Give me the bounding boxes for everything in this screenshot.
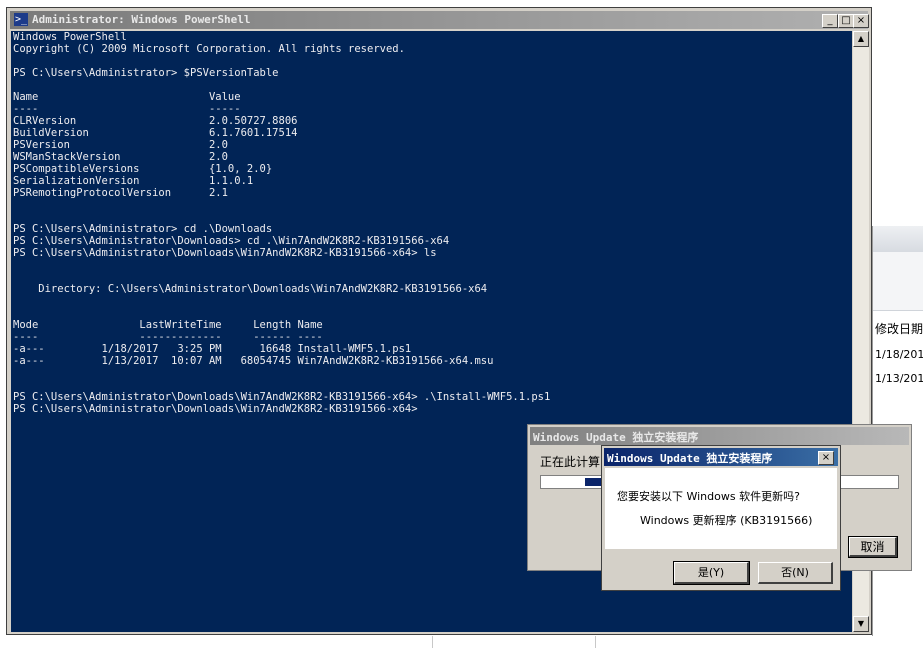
divider [432,636,433,648]
scroll-down-arrow-icon[interactable]: ▼ [853,616,869,632]
dialog-title: Windows Update 独立安装程序 [607,452,773,465]
file-date: 1/18/2017 [875,348,923,361]
console-text: Windows PowerShell Copyright (C) 2009 Mi… [13,31,551,415]
divider [595,636,596,648]
explorer-toolbar [873,252,923,311]
minimize-button[interactable]: _ [822,14,838,28]
installer-status-text: 正在此计算 [540,455,601,469]
close-button[interactable]: × [853,14,869,28]
powershell-icon[interactable]: >_ [14,13,28,26]
update-name: Windows 更新程序 (KB3191566) [640,514,813,527]
yes-button[interactable]: 是(Y) [673,561,750,585]
cancel-button[interactable]: 取消 [848,536,898,558]
dialog-title-bar[interactable]: Windows Update 独立安装程序 × [604,448,838,466]
window-title: Administrator: Windows PowerShell [32,13,251,26]
powershell-title-bar[interactable]: >_ Administrator: Windows PowerShell _ □… [10,11,869,29]
explorer-title-bar [873,226,923,253]
installer-title: Windows Update 独立安装程序 [533,431,699,444]
background-window-edge [432,636,922,648]
dialog-body: 您要安装以下 Windows 软件更新吗? Windows 更新程序 (KB31… [605,468,837,549]
file-date: 1/13/2017 [875,372,923,385]
scroll-up-arrow-icon[interactable]: ▲ [853,31,869,47]
no-button[interactable]: 否(N) [758,562,833,584]
installer-title-bar[interactable]: Windows Update 独立安装程序 [530,427,909,445]
close-icon[interactable]: × [818,451,834,465]
maximize-button[interactable]: □ [838,14,854,28]
date-modified-column-header[interactable]: 修改日期 [875,320,923,337]
install-question: 您要安装以下 Windows 软件更新吗? [617,490,800,503]
install-confirm-dialog: Windows Update 独立安装程序 × 您要安装以下 Windows 软… [601,445,841,591]
